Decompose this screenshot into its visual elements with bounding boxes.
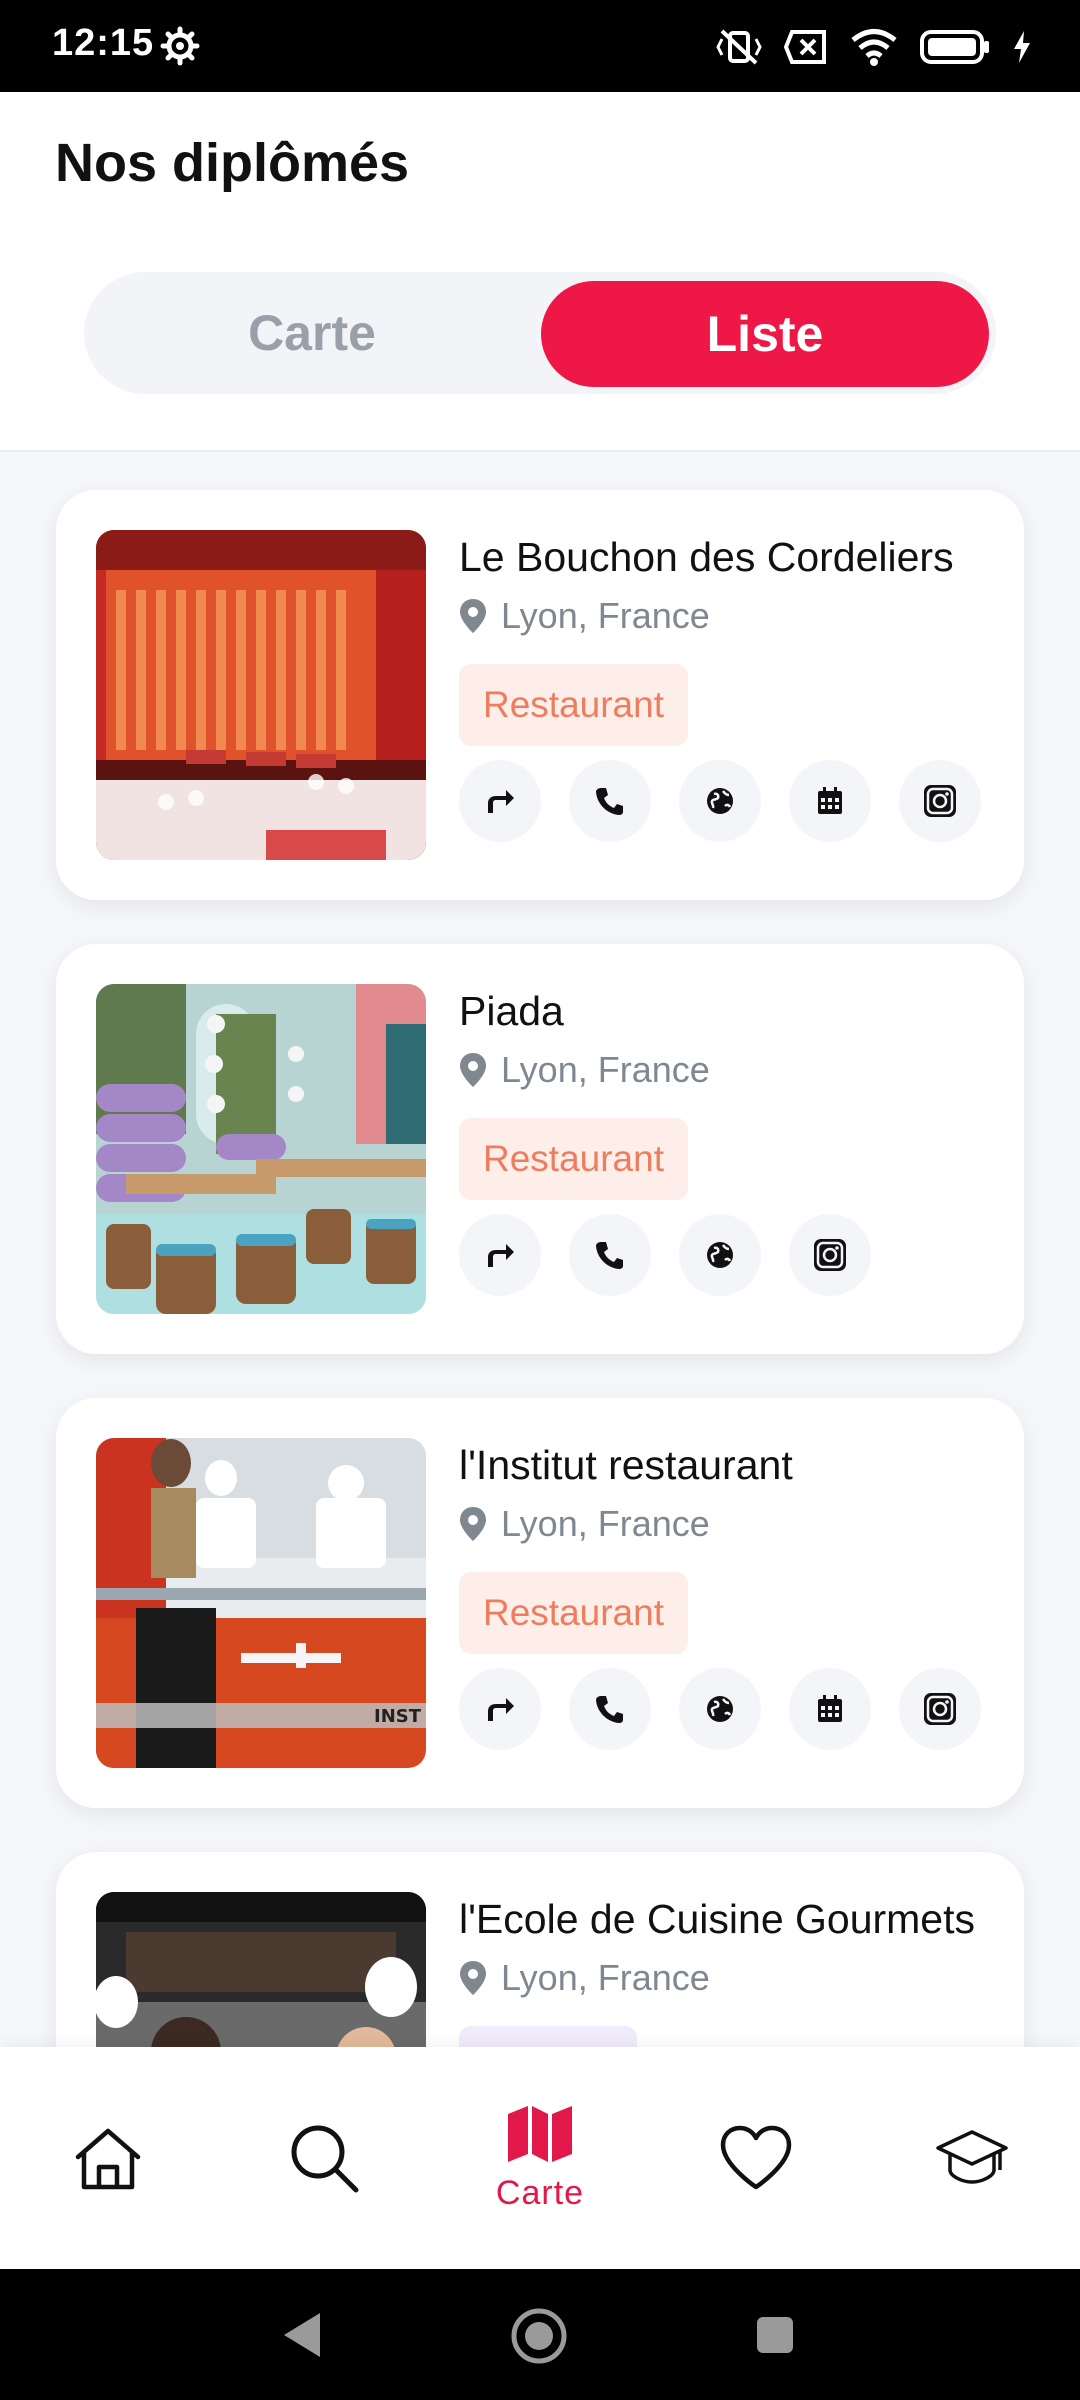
- tab-carte[interactable]: Carte: [84, 272, 540, 394]
- wifi-icon: [851, 29, 897, 66]
- graduation-cap-icon: [936, 2130, 1008, 2184]
- nav-favorites[interactable]: [648, 2047, 864, 2269]
- website-button[interactable]: [679, 760, 761, 842]
- battery-icon: [920, 30, 989, 64]
- calendar-button[interactable]: [789, 1668, 871, 1750]
- restaurant-photo: INST: [96, 1438, 426, 1768]
- instagram-button[interactable]: [789, 1214, 871, 1296]
- directions-button[interactable]: [459, 1668, 541, 1750]
- phone-button[interactable]: [569, 1668, 651, 1750]
- location-pin-icon: [460, 1507, 486, 1541]
- restaurant-photo: [96, 530, 426, 860]
- globe-icon: [707, 788, 733, 814]
- page-title: Nos diplômés: [55, 133, 410, 193]
- action-row: [459, 760, 981, 842]
- directions-icon: [488, 790, 514, 813]
- globe-icon: [707, 1242, 733, 1268]
- home-circle-icon[interactable]: [510, 2307, 568, 2365]
- website-button[interactable]: [679, 1214, 761, 1296]
- directions-icon: [488, 1698, 514, 1721]
- close-box-icon: [784, 30, 826, 64]
- recents-icon[interactable]: [755, 2315, 795, 2355]
- system-navigation-bar: [0, 2269, 1080, 2400]
- view-toggle: Carte Liste: [84, 272, 996, 394]
- action-row: [459, 1214, 871, 1296]
- phone-button[interactable]: [569, 760, 651, 842]
- calendar-icon: [818, 787, 842, 814]
- listing-location: Lyon, France: [459, 1046, 999, 1094]
- restaurant-photo: [96, 984, 426, 1314]
- restaurant-photo: [96, 1892, 426, 2047]
- location-pin-icon: [460, 1961, 486, 1995]
- list-item[interactable]: l'Ecole de Cuisine Gourmets Lyon, France: [56, 1852, 1024, 2047]
- back-icon[interactable]: [282, 2311, 322, 2359]
- location-pin-icon: [460, 1053, 486, 1087]
- phone-icon: [596, 788, 623, 815]
- listing-location: Lyon, France: [459, 1500, 999, 1548]
- directions-button[interactable]: [459, 760, 541, 842]
- listing-location: Lyon, France: [459, 1954, 999, 2002]
- nav-graduates[interactable]: [864, 2047, 1080, 2269]
- gear-icon: [160, 26, 200, 66]
- instagram-button[interactable]: [899, 760, 981, 842]
- graduates-list[interactable]: Le Bouchon des Cordeliers Lyon, France R…: [0, 452, 1080, 2047]
- nav-home[interactable]: [0, 2047, 216, 2269]
- phone-button[interactable]: [569, 1214, 651, 1296]
- instagram-icon: [814, 1239, 846, 1271]
- action-row: [459, 1668, 981, 1750]
- nav-search[interactable]: [216, 2047, 432, 2269]
- listing-name[interactable]: l'Institut restaurant: [459, 1438, 999, 1492]
- instagram-icon: [924, 785, 956, 817]
- vibrate-off-icon: [716, 29, 762, 65]
- app-header: Nos diplômés Carte Liste: [0, 92, 1080, 452]
- charging-icon: [1014, 31, 1030, 63]
- bottom-navigation: Carte: [0, 2047, 1080, 2269]
- category-badge: [459, 2026, 637, 2047]
- phone-icon: [596, 1242, 623, 1269]
- location-pin-icon: [460, 599, 486, 633]
- status-bar: 12:15: [0, 0, 1080, 92]
- calendar-icon: [818, 1695, 842, 1722]
- instagram-button[interactable]: [899, 1668, 981, 1750]
- search-icon: [291, 2125, 359, 2193]
- nav-map[interactable]: Carte: [432, 2047, 648, 2269]
- instagram-icon: [924, 1693, 956, 1725]
- calendar-button[interactable]: [789, 760, 871, 842]
- home-icon: [75, 2128, 141, 2190]
- website-button[interactable]: [679, 1668, 761, 1750]
- globe-icon: [707, 1696, 733, 1722]
- listing-name[interactable]: l'Ecole de Cuisine Gourmets: [459, 1892, 999, 1946]
- list-item[interactable]: Piada Lyon, France Restaurant: [56, 944, 1024, 1354]
- list-item[interactable]: INST l'Institut restaurant Lyon, France …: [56, 1398, 1024, 1808]
- category-badge: Restaurant: [459, 1572, 688, 1654]
- category-badge: Restaurant: [459, 1118, 688, 1200]
- directions-button[interactable]: [459, 1214, 541, 1296]
- category-badge: Restaurant: [459, 664, 688, 746]
- phone-icon: [596, 1696, 623, 1723]
- svg-text:INST: INST: [374, 1706, 422, 1727]
- directions-icon: [488, 1244, 514, 1267]
- tab-liste[interactable]: Liste: [541, 281, 989, 387]
- listing-name[interactable]: Le Bouchon des Cordeliers: [459, 530, 999, 584]
- heart-icon: [720, 2125, 792, 2190]
- list-item[interactable]: Le Bouchon des Cordeliers Lyon, France R…: [56, 490, 1024, 900]
- nav-map-label: Carte: [495, 2173, 585, 2212]
- listing-name[interactable]: Piada: [459, 984, 999, 1038]
- listing-location: Lyon, France: [459, 592, 999, 640]
- status-time: 12:15: [52, 22, 155, 64]
- map-icon: [508, 2105, 572, 2162]
